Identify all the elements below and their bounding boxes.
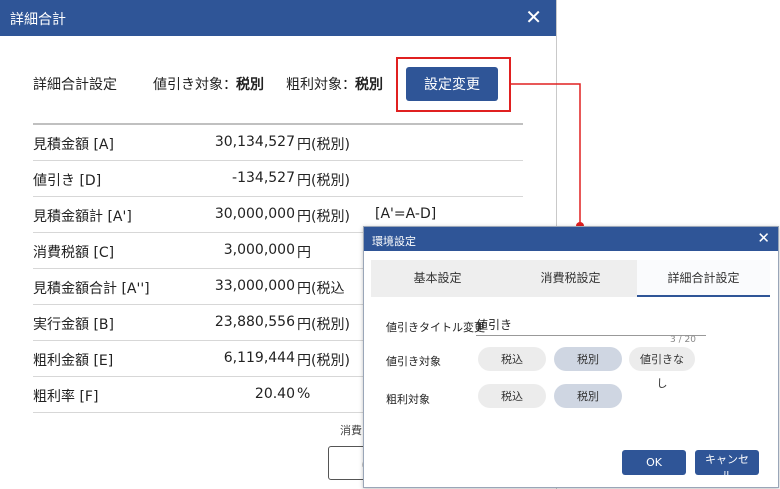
row-label: 粗利金額 [E] (33, 353, 114, 369)
row-unit: 円(税込 (297, 281, 345, 297)
settings-heading: 詳細合計設定 (33, 77, 117, 93)
row-value: 30,000,000 (214, 206, 295, 222)
discount-target-field-label: 値引き対象 (386, 355, 441, 368)
row-label: 実行金額 [B] (33, 317, 114, 333)
dialog-title: 詳細合計 (10, 12, 66, 28)
row-unit: 円(税別) (297, 317, 350, 333)
margin-target-label: 粗利対象： (286, 77, 356, 93)
row-label: 見積金額計 [A'] (33, 209, 132, 225)
margin-target-value: 税別 (355, 77, 383, 93)
tab-detail-total-settings[interactable]: 詳細合計設定 (637, 260, 770, 297)
row-label: 値引き [D] (33, 173, 102, 189)
discount-target-value: 税別 (236, 77, 264, 93)
row-label: 見積金額合計 [A''] (33, 281, 150, 297)
row-label: 消費税額 [C] (33, 245, 115, 261)
row-unit: % (297, 386, 311, 402)
row-label: 粗利率 [F] (33, 389, 99, 405)
environment-settings-dialog: 環境設定 ✕ 基本設定 消費税設定 詳細合計設定 値引きタイトル変更 3 / 2… (363, 226, 779, 488)
discount-title-input[interactable] (476, 315, 706, 336)
dialog-title-bar: 詳細合計 ✕ (0, 0, 556, 36)
ok-button[interactable]: OK (622, 450, 686, 475)
close-icon[interactable]: ✕ (525, 6, 542, 28)
row-value: 30,134,527 (214, 134, 295, 150)
discount-title-change-label: 値引きタイトル変更 (386, 321, 485, 334)
row-unit: 円(税別) (297, 137, 350, 153)
row-unit: 円(税別) (297, 353, 350, 369)
row-note: [A'=A-D] (375, 206, 437, 222)
cancel-button[interactable]: キャンセル (695, 450, 759, 482)
discount-option-tax-excluded[interactable]: 税別 (554, 347, 622, 371)
row-value: 20.40 (254, 386, 295, 402)
env-close-icon[interactable]: ✕ (757, 230, 770, 246)
margin-option-tax-excluded[interactable]: 税別 (554, 384, 622, 408)
discount-option-tax-included[interactable]: 税込 (478, 347, 546, 371)
change-settings-button[interactable]: 設定変更 (406, 67, 498, 101)
tab-basic-settings[interactable]: 基本設定 (371, 260, 504, 297)
margin-target-field-label: 粗利対象 (386, 393, 430, 406)
discount-target-label: 値引き対象： (153, 77, 237, 93)
env-dialog-title: 環境設定 (372, 235, 416, 248)
env-tabs: 基本設定 消費税設定 詳細合計設定 (371, 260, 770, 297)
row-unit: 円(税別) (297, 173, 350, 189)
discount-option-none[interactable]: 値引きなし (629, 347, 695, 390)
row-value: 23,880,556 (214, 314, 295, 330)
row-value: -134,527 (232, 170, 295, 186)
row-unit: 円(税別) (297, 209, 350, 225)
character-counter: 3 / 20 (670, 335, 696, 345)
row-unit: 円 (297, 245, 311, 261)
row-value: 6,119,444 (223, 350, 295, 366)
table-row: 見積金額 [A] 30,134,527 円(税別) (33, 123, 523, 160)
table-row: 値引き [D] -134,527 円(税別) (33, 160, 523, 196)
row-value: 33,000,000 (214, 278, 295, 294)
row-label: 見積金額 [A] (33, 137, 114, 153)
footnote-text: 消費 (340, 424, 362, 437)
margin-option-tax-included[interactable]: 税込 (478, 384, 546, 408)
env-title-bar: 環境設定 ✕ (364, 227, 778, 251)
row-value: 3,000,000 (223, 242, 295, 258)
tab-consumption-tax-settings[interactable]: 消費税設定 (504, 260, 637, 297)
